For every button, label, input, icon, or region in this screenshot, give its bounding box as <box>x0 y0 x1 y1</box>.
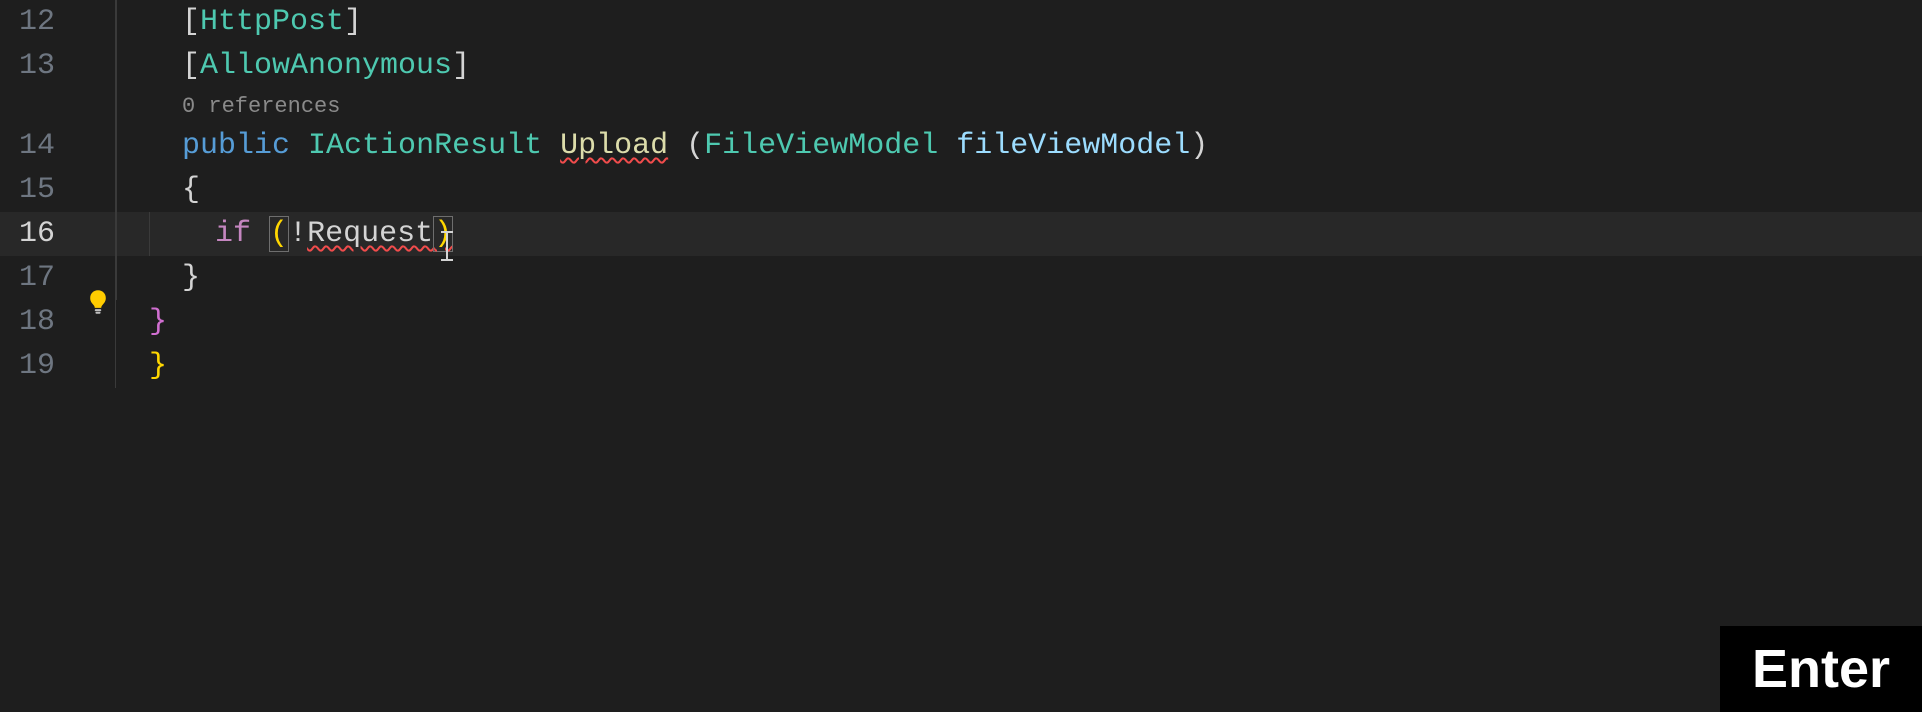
glyph-margin[interactable] <box>80 44 116 88</box>
code-line[interactable]: 18 } <box>0 300 1922 344</box>
line-number[interactable]: 16 <box>0 212 80 256</box>
lightbulb-icon[interactable] <box>87 221 109 247</box>
return-type: IActionResult <box>308 129 542 163</box>
param-name: fileViewModel <box>956 129 1190 163</box>
bracket-open: [ <box>182 49 200 83</box>
line-number[interactable]: 14 <box>0 124 80 168</box>
attribute-name: HttpPost <box>200 5 344 39</box>
codelens-references[interactable]: 0 references <box>182 94 340 119</box>
enter-key-overlay: Enter <box>1720 626 1922 712</box>
bracket-open: [ <box>182 5 200 39</box>
attribute-name: AllowAnonymous <box>200 49 452 83</box>
line-number[interactable]: 19 <box>0 344 80 388</box>
line-number[interactable]: 13 <box>0 44 80 88</box>
keyword-public: public <box>182 129 290 163</box>
line-number[interactable]: 17 <box>0 256 80 300</box>
code-editor[interactable]: 12 [HttpPost] 13 [AllowAnonymous] 0 refe… <box>0 0 1922 712</box>
glyph-margin[interactable] <box>80 256 116 300</box>
glyph-margin[interactable] <box>80 168 116 212</box>
code-line[interactable]: 17 } <box>0 256 1922 300</box>
param-type: FileViewModel <box>704 129 938 163</box>
brace-close: } <box>149 305 167 339</box>
glyph-margin <box>80 88 116 124</box>
code-line[interactable]: 14 public IActionResult Upload (FileView… <box>0 124 1922 168</box>
line-number <box>0 88 80 124</box>
glyph-margin[interactable] <box>80 344 116 388</box>
glyph-margin[interactable] <box>80 212 116 256</box>
bracket-close: ] <box>452 49 470 83</box>
glyph-margin[interactable] <box>80 124 116 168</box>
code-line[interactable]: 13 [AllowAnonymous] <box>0 44 1922 88</box>
brace-open: { <box>182 173 200 207</box>
glyph-margin[interactable] <box>80 0 116 44</box>
paren-close: ) <box>1190 129 1208 163</box>
code-line[interactable]: 12 [HttpPost] <box>0 0 1922 44</box>
brace-close: } <box>182 261 200 295</box>
line-number[interactable]: 12 <box>0 0 80 44</box>
paren-open-matched: ( <box>269 216 289 252</box>
identifier-request: Request <box>307 217 433 251</box>
operator-not: ! <box>289 217 307 251</box>
paren-close-matched: ) <box>433 216 453 252</box>
method-name: Upload <box>560 129 668 163</box>
line-number[interactable]: 18 <box>0 300 80 344</box>
code-line[interactable]: 19 } <box>0 344 1922 388</box>
bracket-close: ] <box>344 5 362 39</box>
codelens-line: 0 references <box>0 88 1922 124</box>
code-line[interactable]: 15 { <box>0 168 1922 212</box>
glyph-margin[interactable] <box>80 300 116 344</box>
paren-open: ( <box>686 129 704 163</box>
keyword-if: if <box>215 217 251 251</box>
code-line-active[interactable]: 16 if (!Request) <box>0 212 1922 256</box>
line-number[interactable]: 15 <box>0 168 80 212</box>
brace-close: } <box>149 349 167 383</box>
